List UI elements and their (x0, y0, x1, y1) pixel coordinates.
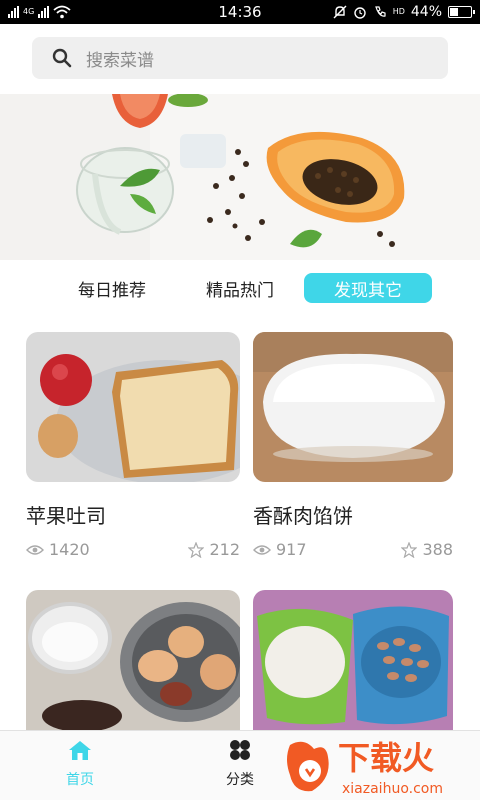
tab-popular[interactable]: 精品热门 (190, 273, 290, 303)
category-tabs: 每日推荐 精品热门 发现其它 (0, 270, 480, 306)
network-type: 4G (23, 7, 35, 16)
watermark-logo: 下载火 xiazaihuo.com (284, 735, 474, 799)
watermark-graphic: 下载火 xiazaihuo.com (287, 739, 443, 797)
pie-image (253, 332, 453, 482)
banner-image[interactable] (0, 94, 480, 260)
rice-peanuts-image (253, 590, 453, 730)
signal-icon-2 (38, 6, 50, 18)
mute-bell-icon (333, 5, 347, 19)
signal-icon (8, 6, 19, 18)
recipe-thumbnail (26, 590, 240, 730)
search-input[interactable]: 搜索菜谱 (32, 37, 448, 79)
status-bar: 4G 14:36 HD 44% (0, 0, 480, 24)
status-right: HD 44% (333, 4, 475, 20)
alarm-icon (353, 7, 366, 19)
battery-icon (448, 6, 475, 18)
status-left: 4G (8, 5, 71, 19)
views: 1420 (26, 540, 90, 559)
battery-percent: 44% (410, 4, 442, 20)
nav-home[interactable]: 首页 (20, 739, 140, 789)
likes[interactable]: 212 (188, 540, 240, 559)
recipe-title: 香酥肉馅饼 (253, 504, 353, 528)
search-icon (52, 48, 72, 68)
nav-category[interactable]: 分类 (180, 739, 300, 789)
recipe-card[interactable] (253, 590, 467, 730)
recipe-thumbnail (253, 590, 453, 730)
search-placeholder: 搜索菜谱 (86, 50, 154, 71)
likes[interactable]: 388 (401, 540, 453, 559)
view-count: 917 (276, 540, 307, 559)
recipe-title: 苹果吐司 (26, 504, 106, 528)
volte-label: HD (392, 7, 405, 16)
star-icon (401, 541, 418, 558)
tab-daily[interactable]: 每日推荐 (62, 273, 162, 303)
recipe-thumbnail (26, 332, 240, 482)
banner-illustration (0, 94, 480, 260)
toast-image (26, 332, 240, 482)
recipe-meta: 917 388 (253, 540, 453, 560)
recipe-card[interactable]: 苹果吐司 1420 212 (26, 332, 240, 564)
recipe-card[interactable]: 香酥肉馅饼 917 388 (253, 332, 467, 564)
like-count: 212 (209, 540, 240, 559)
recipe-meta: 1420 212 (26, 540, 240, 560)
home-icon (69, 741, 91, 760)
battery-fill (450, 8, 459, 16)
eye-icon (26, 544, 44, 555)
like-count: 388 (422, 540, 453, 559)
volte-call-icon (374, 6, 386, 17)
views: 917 (253, 540, 307, 559)
search-area: 搜索菜谱 (0, 24, 480, 94)
nav-category-label: 分类 (226, 772, 254, 788)
category-icon (230, 740, 250, 760)
eggs-flour-image (26, 590, 240, 730)
bottom-nav: 首页 分类 下载火 xiazaihuo.com (0, 730, 480, 800)
wifi-icon (53, 5, 71, 19)
watermark-url: xiazaihuo.com (342, 781, 443, 797)
star-icon (188, 541, 205, 558)
recipe-thumbnail (253, 332, 453, 482)
view-count: 1420 (49, 540, 90, 559)
recipe-card[interactable] (26, 590, 240, 730)
eye-icon (253, 544, 271, 555)
nav-home-label: 首页 (66, 772, 94, 788)
tab-discover[interactable]: 发现其它 (304, 273, 432, 303)
watermark-brand: 下载火 (338, 739, 434, 777)
